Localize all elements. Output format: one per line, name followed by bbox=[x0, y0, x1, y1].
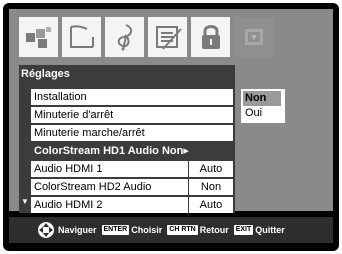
exit-key-icon: EXIT bbox=[233, 225, 254, 235]
setup-icon bbox=[244, 29, 263, 45]
ch-rtn-key-icon: CH RTN bbox=[167, 225, 198, 235]
menu-item-installation[interactable]: Installation bbox=[31, 89, 233, 105]
tab-screen[interactable] bbox=[62, 17, 101, 57]
settings-sliders-icon bbox=[155, 26, 182, 50]
menu-item-value: Auto bbox=[188, 161, 233, 177]
tab-preferences[interactable] bbox=[148, 17, 187, 57]
menu-item-label: Minuterie marche/arrêt bbox=[34, 127, 145, 139]
tab-setup[interactable] bbox=[234, 17, 273, 57]
menu-item-colorstream-hd2-audio[interactable]: ColorStream HD2 Audio Non bbox=[31, 179, 233, 195]
menu-item-hdmi2-audio[interactable]: Audio HDMI 2 Auto bbox=[31, 197, 233, 213]
menu-item-label: ColorStream HD2 Audio bbox=[34, 181, 152, 193]
menu-item-label: Minuterie d'arrêt bbox=[34, 109, 114, 121]
category-tabs bbox=[19, 17, 273, 57]
scroll-down-arrow-icon[interactable]: ▼ bbox=[21, 197, 29, 206]
menu-item-label: Installation bbox=[34, 91, 87, 103]
menu-item-value: Non bbox=[188, 179, 233, 195]
menu-title: Réglages bbox=[19, 65, 235, 83]
option-non[interactable]: Non bbox=[243, 91, 281, 106]
menu-item-label: ColorStream HD1 Audio Non▸ bbox=[34, 145, 189, 157]
option-oui[interactable]: Oui bbox=[243, 106, 281, 121]
menu-item-label: Audio HDMI 2 bbox=[34, 199, 103, 211]
choose-label: Choisir bbox=[131, 225, 163, 235]
exit-label: Quitter bbox=[255, 225, 285, 235]
menu-panel: Réglages Installation Minuterie d'arrêt … bbox=[9, 9, 333, 213]
lock-icon bbox=[201, 25, 220, 49]
enter-key-icon: ENTER bbox=[101, 225, 130, 235]
tab-locks[interactable] bbox=[191, 17, 230, 57]
tab-picture[interactable] bbox=[19, 17, 58, 57]
menu-item-label: Audio HDMI 1 bbox=[34, 163, 103, 175]
menu-item-colorstream-hd1-audio[interactable]: ColorStream HD1 Audio Non▸ bbox=[31, 143, 233, 159]
tv-screen: Réglages Installation Minuterie d'arrêt … bbox=[3, 3, 339, 251]
tab-audio[interactable] bbox=[105, 17, 144, 57]
menu-item-sleep-timer[interactable]: Minuterie d'arrêt bbox=[31, 107, 233, 123]
return-label: Retour bbox=[199, 225, 229, 235]
music-note-icon bbox=[117, 24, 132, 51]
menu-item-on-off-timer[interactable]: Minuterie marche/arrêt bbox=[31, 125, 233, 141]
menu-item-hdmi1-audio[interactable]: Audio HDMI 1 Auto bbox=[31, 161, 233, 177]
menu-item-value: Auto bbox=[188, 197, 233, 213]
picture-icon bbox=[25, 27, 51, 48]
screen-icon bbox=[69, 25, 94, 48]
navigation-pad-icon bbox=[38, 222, 54, 238]
navigate-label: Naviguer bbox=[58, 225, 97, 235]
help-bar: Naviguer ENTER Choisir CH RTN Retour EXI… bbox=[9, 217, 333, 243]
